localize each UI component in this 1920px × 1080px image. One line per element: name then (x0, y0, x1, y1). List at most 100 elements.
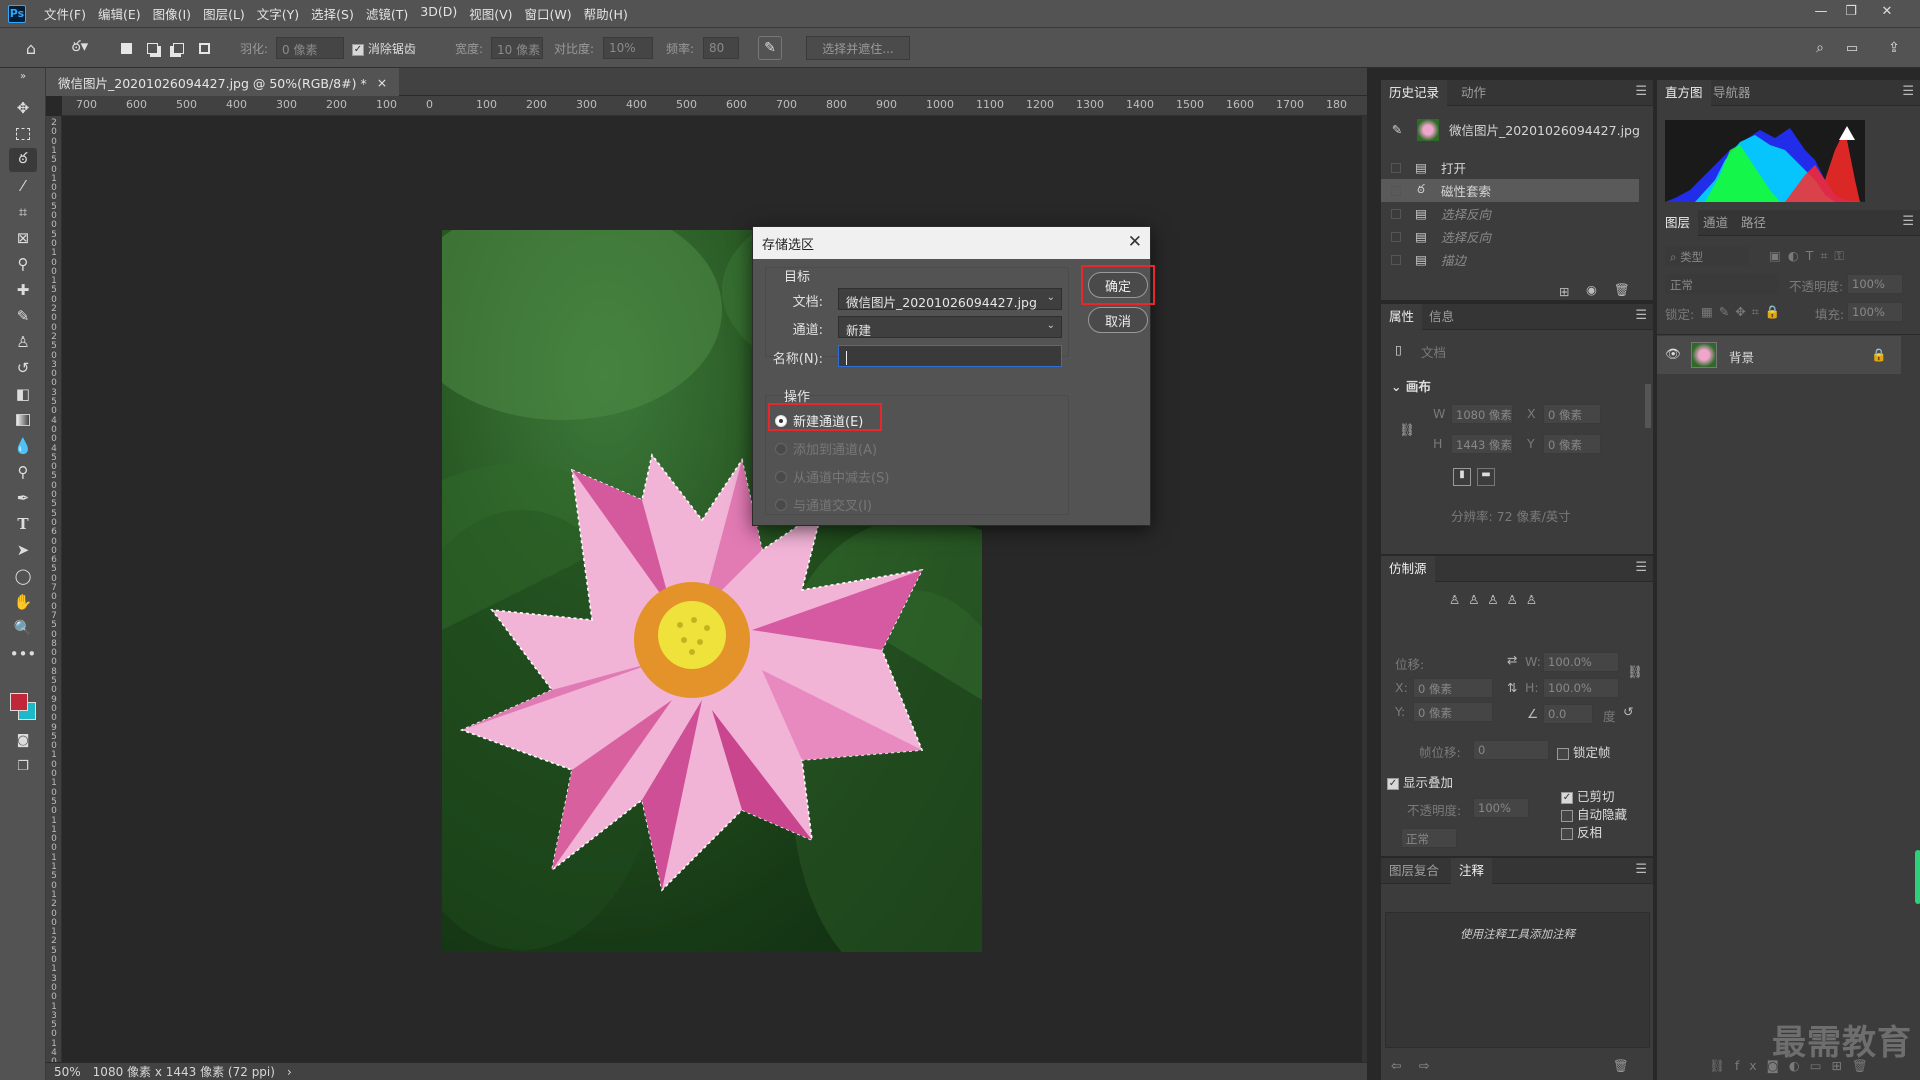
radio-icon[interactable] (775, 470, 787, 483)
channel-select[interactable]: 新建 ⌄ (838, 316, 1062, 338)
history-source-checkbox[interactable] (1391, 231, 1401, 242)
dialog-close-icon[interactable]: ✕ (1128, 232, 1142, 252)
layer-filter-select[interactable]: ⌕ 类型 (1665, 246, 1749, 266)
eyedropper-tool-icon[interactable]: ⚲ (9, 252, 37, 276)
history-brush-tool-icon[interactable]: ↺ (9, 356, 37, 380)
brush-tool-icon[interactable]: ✎ (9, 304, 37, 328)
scale-link-icon[interactable]: ⛓ (1627, 664, 1643, 680)
panel-menu-icon[interactable]: ☰ (1635, 560, 1647, 575)
tab-channels[interactable]: 通道 (1695, 210, 1736, 236)
trash-icon[interactable]: 🗑 (1614, 282, 1630, 298)
width-input[interactable]: 10 像素 (491, 37, 543, 59)
layer-row-background[interactable]: 👁 背景 🔒 (1657, 336, 1901, 374)
menu-item-8[interactable]: 视图(V) (463, 4, 518, 23)
history-source-checkbox[interactable] (1391, 185, 1401, 196)
panel-menu-icon[interactable]: ☰ (1635, 308, 1647, 323)
workspace-icon[interactable]: ▭ (1840, 36, 1864, 60)
operation-radio-1[interactable]: 添加到通道(A) (775, 439, 877, 458)
history-source-checkbox[interactable] (1391, 162, 1401, 173)
overlay-opacity-input[interactable]: 100% (1473, 798, 1529, 818)
history-item[interactable]: ▤ 打开 (1381, 156, 1653, 179)
panel-menu-icon[interactable]: ☰ (1902, 214, 1914, 229)
magnetic-lasso-preset-icon[interactable]: ఠ▾ (62, 36, 98, 60)
clipped-checkbox[interactable]: ✓ 已剪切 (1561, 786, 1615, 805)
canvas-y-input[interactable]: 0 像素 (1543, 434, 1601, 454)
menu-item-10[interactable]: 帮助(H) (578, 4, 634, 23)
frequency-input[interactable]: 80 (703, 37, 739, 59)
screen-mode-icon[interactable]: ❐ (9, 754, 37, 778)
new-selection-icon[interactable] (116, 36, 136, 60)
clone-source-buttons[interactable]: ♙♙♙♙♙ (1449, 592, 1545, 607)
home-icon[interactable]: ⌂ (18, 36, 44, 60)
marquee-tool-icon[interactable] (9, 122, 37, 146)
document-scrollbar[interactable] (1362, 116, 1367, 1062)
new-document-from-state-icon[interactable]: ⊞ (1559, 284, 1569, 299)
antialias-checkbox[interactable]: ✓ 消除锯齿 (352, 40, 416, 57)
share-icon[interactable]: ⇪ (1882, 36, 1906, 60)
lock-icons[interactable]: ▦✎✥⌗🔒 (1701, 304, 1786, 320)
panel-menu-icon[interactable]: ☰ (1635, 862, 1647, 877)
subtract-selection-icon[interactable] (168, 36, 188, 60)
menu-item-2[interactable]: 图像(I) (147, 4, 197, 23)
invert-checkbox[interactable]: 反相 (1561, 822, 1602, 841)
quick-mask-icon[interactable]: ◙ (9, 728, 37, 752)
overlay-blend-select[interactable]: 正常 (1401, 828, 1457, 848)
cancel-button[interactable]: 取消 (1088, 307, 1148, 333)
lock-frame-check-icon[interactable] (1557, 747, 1569, 760)
search-icon[interactable]: ⌕ (1808, 36, 1832, 60)
menu-item-3[interactable]: 图层(L) (197, 4, 251, 23)
operation-radio-3[interactable]: 与通道交叉(I) (775, 495, 872, 514)
canvas-width-input[interactable]: 1080 像素 (1451, 404, 1513, 424)
layer-opacity-input[interactable]: 100% (1847, 274, 1903, 294)
portrait-orientation-icon[interactable]: ▮ (1453, 468, 1471, 486)
operation-radio-2[interactable]: 从通道中减去(S) (775, 467, 889, 486)
tab-info[interactable]: 信息 (1421, 304, 1462, 330)
zoom-level[interactable]: 50% (54, 1065, 81, 1079)
foreground-color-swatch[interactable] (10, 693, 28, 711)
canvas-section[interactable]: ⌄ 画布 (1391, 376, 1431, 395)
invert-check-icon[interactable] (1561, 827, 1573, 840)
history-snapshot[interactable]: ✎ 微信图片_20201026094427.jpg (1381, 118, 1653, 141)
menu-item-4[interactable]: 文字(Y) (251, 4, 305, 23)
contrast-input[interactable]: 10% (603, 37, 653, 59)
radio-icon[interactable] (775, 442, 787, 455)
menu-item-5[interactable]: 选择(S) (305, 4, 360, 23)
menu-item-9[interactable]: 窗口(W) (519, 4, 578, 23)
panel-menu-icon[interactable]: ☰ (1635, 84, 1647, 99)
collapse-toolbar-icon[interactable]: » (9, 70, 37, 82)
tab-navigator[interactable]: 导航器 (1705, 80, 1759, 106)
menu-item-0[interactable]: 文件(F) (38, 4, 92, 23)
history-item[interactable]: ఠ 磁性套索 (1381, 179, 1639, 202)
scale-h-input[interactable]: 100.0% (1543, 678, 1619, 698)
layer-filter-icons[interactable]: ▣◐T⌗⚿ (1769, 248, 1851, 264)
scale-w-input[interactable]: 100.0% (1543, 652, 1619, 672)
offset-y-input[interactable]: 0 像素 (1413, 702, 1493, 722)
tab-clone-source[interactable]: 仿制源 (1381, 556, 1435, 582)
intersect-selection-icon[interactable] (194, 36, 214, 60)
tab-layer-comps[interactable]: 图层复合 (1381, 858, 1447, 884)
move-tool-icon[interactable]: ✥ (9, 96, 37, 120)
canvas-height-input[interactable]: 1443 像素 (1451, 434, 1513, 454)
quick-selection-tool-icon[interactable]: ⁄ (9, 174, 37, 198)
link-icon[interactable]: ⛓ (1399, 422, 1415, 438)
history-item[interactable]: ▤ 选择反向 (1381, 225, 1653, 248)
menu-item-1[interactable]: 编辑(E) (92, 4, 147, 23)
type-tool-icon[interactable]: T (9, 512, 37, 536)
stylus-pressure-icon[interactable]: ✎ (758, 36, 782, 60)
eye-icon[interactable]: 👁 (1665, 346, 1681, 362)
tab-notes[interactable]: 注释 (1451, 858, 1493, 884)
landscape-orientation-icon[interactable]: ▬ (1477, 468, 1495, 486)
restore-button[interactable]: ❐ (1836, 0, 1866, 22)
show-overlay-checkbox[interactable]: ✓ 显示叠加 (1387, 772, 1453, 791)
layers-scrollbar[interactable] (1915, 850, 1920, 904)
lasso-tool-icon[interactable]: ఠ (9, 148, 37, 172)
pen-tool-icon[interactable]: ✒ (9, 486, 37, 510)
name-input[interactable] (838, 345, 1062, 367)
eraser-tool-icon[interactable]: ◧ (9, 382, 37, 406)
dodge-tool-icon[interactable]: ⚲ (9, 460, 37, 484)
camera-icon[interactable]: ◉ (1586, 282, 1597, 297)
healing-brush-tool-icon[interactable]: ✚ (9, 278, 37, 302)
history-item[interactable]: ▤ 描边 (1381, 248, 1653, 271)
frame-tool-icon[interactable]: ⊠ (9, 226, 37, 250)
document-tab-close-icon[interactable]: × (377, 75, 387, 90)
